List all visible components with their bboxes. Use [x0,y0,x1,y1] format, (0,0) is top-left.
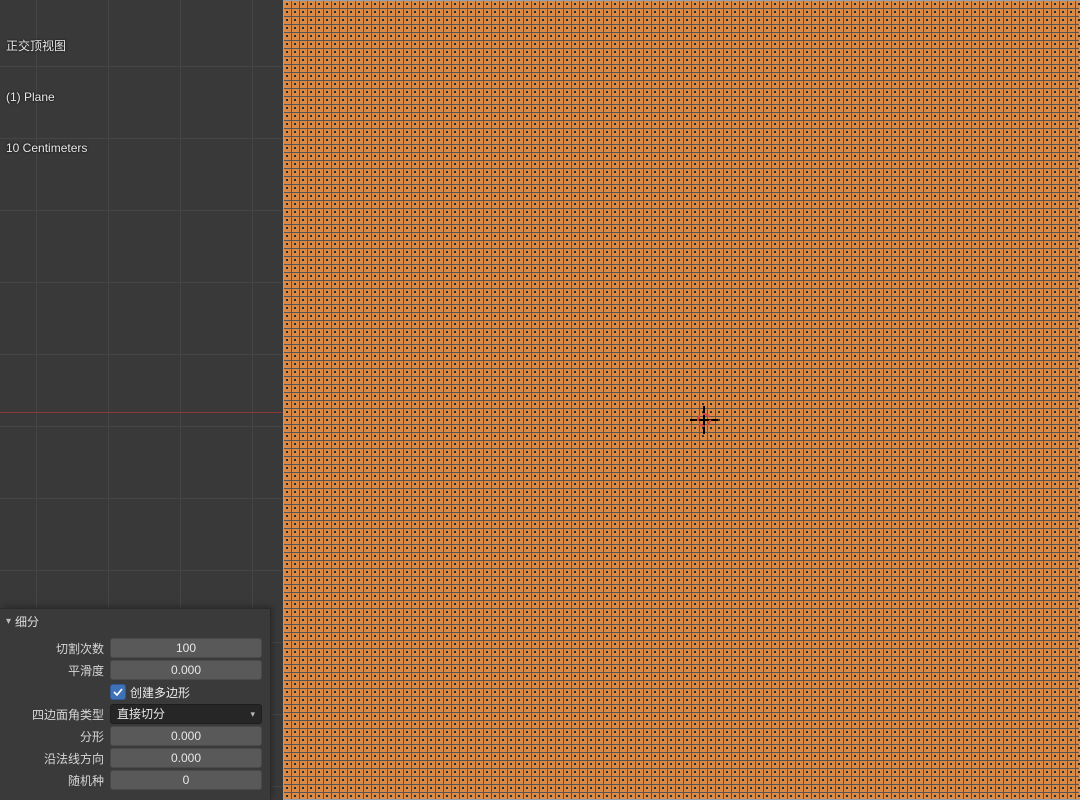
subdivided-plane-mesh[interactable] [283,0,1080,800]
along-normal-label: 沿法线方向 [8,750,110,767]
chevron-down-icon: ▾ [250,705,255,723]
cuts-field[interactable]: 100 [110,638,262,658]
check-icon [113,687,123,697]
overlay-object-name: (1) Plane [6,89,87,106]
fractal-label: 分形 [8,728,110,745]
row-smooth: 平滑度 0.000 [8,660,262,680]
operator-panel: ▾ 细分 切割次数 100 平滑度 0.000 创建多边形 四边面角类型 [0,608,271,800]
seed-label: 随机种 [8,772,110,789]
operator-panel-header[interactable]: ▾ 细分 [0,609,270,634]
overlay-scale: 10 Centimeters [6,140,87,157]
row-cuts: 切割次数 100 [8,638,262,658]
cuts-label: 切割次数 [8,640,110,657]
quadcorner-value: 直接切分 [117,705,165,723]
row-along-normal: 沿法线方向 0.000 [8,748,262,768]
overlay-view-name: 正交顶视图 [6,38,87,55]
row-quadcorner: 四边面角类型 直接切分 ▾ [8,704,262,724]
row-fractal: 分形 0.000 [8,726,262,746]
operator-panel-title: 细分 [15,613,39,630]
viewport-overlay-text: 正交顶视图 (1) Plane 10 Centimeters [6,4,87,174]
disclosure-triangle-icon: ▾ [6,616,11,627]
smooth-field[interactable]: 0.000 [110,660,262,680]
along-normal-field[interactable]: 0.000 [110,748,262,768]
fractal-field[interactable]: 0.000 [110,726,262,746]
row-seed: 随机种 0 [8,770,262,790]
smooth-label: 平滑度 [8,662,110,679]
seed-field[interactable]: 0 [110,770,262,790]
quadcorner-label: 四边面角类型 [8,706,110,723]
ngon-label: 创建多边形 [130,684,190,701]
ngon-checkbox[interactable] [110,684,126,700]
operator-panel-body: 切割次数 100 平滑度 0.000 创建多边形 四边面角类型 直接切分 ▾ [0,634,270,800]
row-ngon: 创建多边形 [8,682,262,702]
quadcorner-select[interactable]: 直接切分 ▾ [110,704,262,724]
